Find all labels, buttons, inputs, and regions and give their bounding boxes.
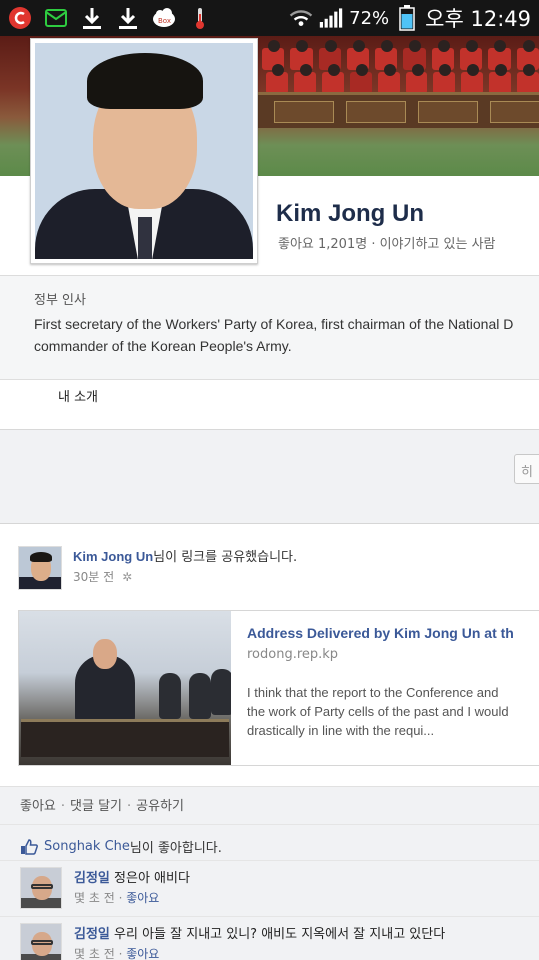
commenter-avatar[interactable] [20, 923, 62, 960]
story-timestamp: 30분 전 ✲ [73, 568, 132, 585]
profile-image [35, 43, 253, 259]
author-link[interactable]: Kim Jong Un [73, 549, 153, 564]
comment-time: 몇 초 전 [74, 947, 115, 960]
share-button[interactable]: 공유하기 [136, 799, 184, 814]
about-description: First secretary of the Workers' Party of… [34, 313, 539, 357]
comment-body: 김정일 우리 아들 잘 지내고 있니? 애비도 지옥에서 잘 지내고 있단다 [74, 923, 445, 942]
link-preview[interactable]: Address Delivered by Kim Jong Un at th r… [18, 610, 539, 766]
likes-summary: Songhak Che 님이 좋아합니다. [0, 824, 539, 860]
liker-link[interactable]: Songhak Che [44, 839, 130, 854]
desc-line: I think that the report to the Conferenc… [247, 685, 499, 700]
wifi-icon [289, 6, 313, 30]
battery-percent: 72% [349, 7, 390, 29]
thumbs-up-icon [21, 838, 38, 855]
comment-text: 우리 아들 잘 지내고 있니? 애비도 지옥에서 잘 지내고 있단다 [114, 927, 446, 942]
comment-meta: 몇 초 전 · 좋아요 [74, 947, 160, 960]
app-shield-icon [8, 6, 32, 30]
about-line: commander of the Korean People's Army. [34, 338, 292, 354]
thermometer-icon [188, 6, 212, 30]
page-title[interactable]: Kim Jong Un [276, 200, 424, 228]
gear-icon[interactable]: ✲ [122, 570, 132, 584]
link-title[interactable]: Address Delivered by Kim Jong Un at th [247, 625, 514, 641]
comment-text: 정은아 애비다 [114, 871, 190, 886]
comment-button[interactable]: 댓글 달기 [70, 799, 122, 814]
composer-area: 히 [0, 430, 539, 524]
comment-like-button[interactable]: 좋아요 [126, 947, 159, 960]
commenter-avatar[interactable] [20, 867, 62, 909]
comment-like-button[interactable]: 좋아요 [126, 891, 159, 905]
profile-picture[interactable] [30, 38, 258, 264]
news-story: Kim Jong Un님이 링크를 공유했습니다. 30분 전 ✲ Address… [0, 524, 539, 960]
about-section: 정부 인사 First secretary of the Workers' Pa… [0, 276, 539, 380]
time-text[interactable]: 30분 전 [73, 570, 114, 584]
likes-text: 님이 좋아합니다. [129, 841, 222, 856]
intro-tab-label: 내 소개 [58, 390, 99, 405]
download-icon [116, 6, 140, 30]
separator: · [127, 799, 132, 814]
download-icon [80, 6, 104, 30]
signal-icon [319, 6, 343, 30]
battery-icon [395, 5, 419, 31]
commenter-name[interactable]: 김정일 [74, 927, 110, 942]
link-domain: rodong.rep.kp [247, 647, 339, 662]
box-app-icon: Box [152, 6, 176, 30]
mail-icon [44, 6, 68, 30]
separator: · [60, 799, 66, 814]
comment-item: 김정일 우리 아들 잘 지내고 있니? 애비도 지옥에서 잘 지내고 있단다 몇… [0, 916, 539, 960]
commenter-name[interactable]: 김정일 [74, 871, 110, 886]
page-category: 정부 인사 [34, 293, 86, 308]
comment-body: 김정일 정은아 애비다 [74, 867, 190, 886]
screen: Box 72% 오후 12:49 Kim Jong Un 좋아요 1,201명 … [0, 0, 539, 960]
comment-item: 김정일 정은아 애비다 몇 초 전 · 좋아요 [0, 860, 539, 916]
author-avatar[interactable] [18, 546, 62, 590]
comment-time: 몇 초 전 [74, 891, 115, 905]
desc-line: the work of Party cells of the past and … [247, 704, 509, 719]
link-thumbnail [19, 611, 231, 765]
intro-tab[interactable]: 내 소개 [0, 380, 539, 430]
clock: 오후 12:49 [425, 7, 531, 31]
status-bar: Box 72% 오후 12:49 [0, 0, 539, 36]
story-actions: 좋아요 · 댓글 달기 · 공유하기 [0, 786, 539, 824]
partial-button[interactable]: 히 [514, 454, 539, 484]
story-header: Kim Jong Un님이 링크를 공유했습니다. [73, 546, 297, 565]
comment-meta: 몇 초 전 · 좋아요 [74, 891, 160, 905]
like-button[interactable]: 좋아요 [20, 799, 56, 814]
page-stats: 좋아요 1,201명 · 이야기하고 있는 사람 [278, 237, 496, 252]
story-action: 님이 링크를 공유했습니다. [153, 550, 298, 565]
desc-line: drastically in line with the requi... [247, 723, 435, 738]
assembly-desk [258, 92, 539, 128]
about-line: First secretary of the Workers' Party of… [34, 316, 514, 332]
link-description: I think that the report to the Conferenc… [247, 683, 539, 740]
svg-text:Box: Box [158, 17, 171, 25]
